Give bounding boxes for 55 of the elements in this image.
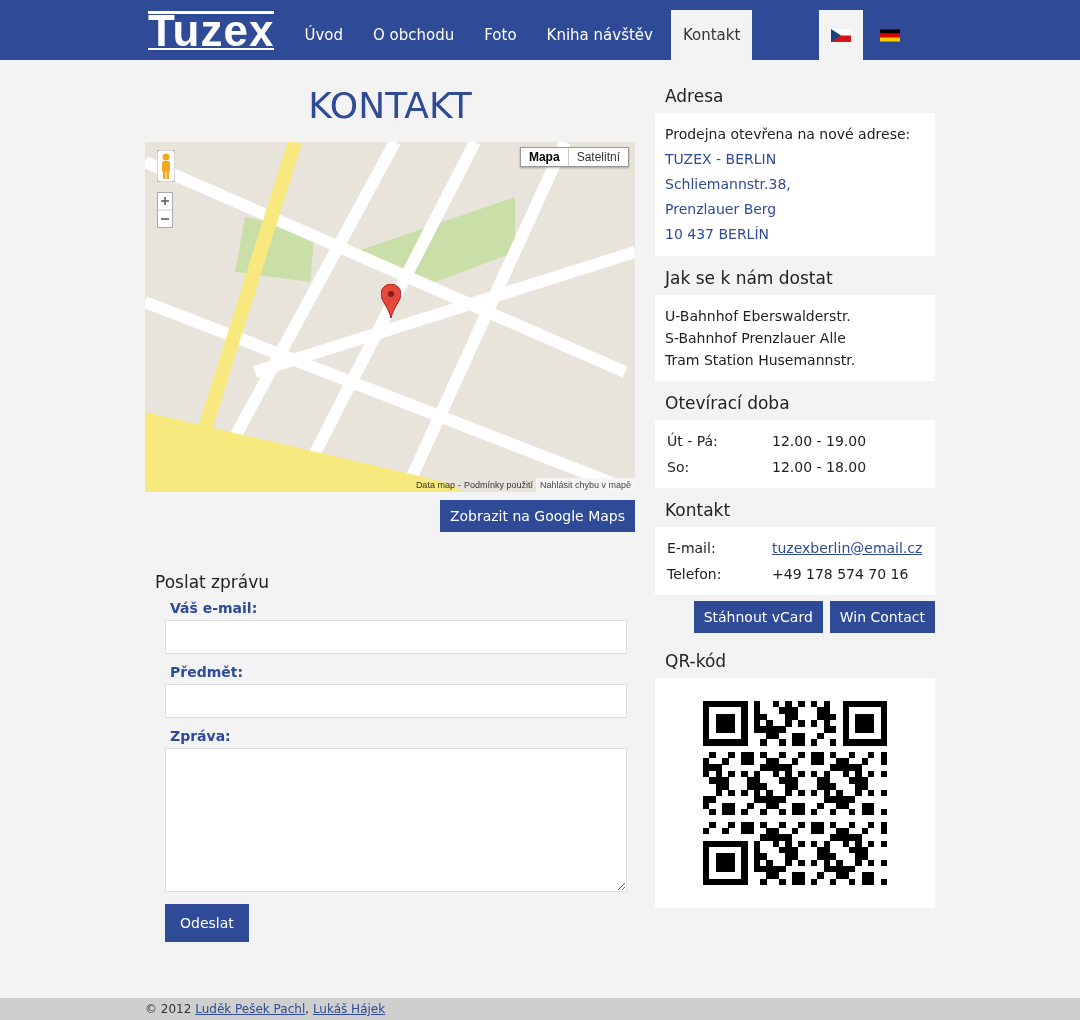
address-line: Schliemannstr.38, (665, 175, 792, 194)
report-error-link[interactable]: Nahlásit chybu v mapě (535, 478, 635, 492)
opening-time: 12.00 - 18.00 (772, 458, 868, 477)
german-flag-icon (880, 28, 901, 42)
day-label: Út - Pá: (667, 431, 719, 451)
nav-tab[interactable]: Kontakt (670, 10, 753, 60)
copyright: © 2012 (145, 1002, 193, 1016)
download-button[interactable]: Stáhnout vCard (693, 601, 823, 633)
section-title: Kontakt (664, 499, 732, 522)
separator: - (457, 480, 461, 490)
person-icon[interactable] (157, 150, 175, 182)
logo: Tuzex (148, 10, 275, 50)
contact-label: Telefon: (667, 565, 723, 584)
map-pin-icon (381, 284, 401, 318)
nav-tab[interactable]: O obchodu (361, 10, 467, 60)
section-title: Otevírací doba (664, 392, 791, 415)
input-field[interactable] (165, 620, 627, 654)
separator: , (305, 1002, 311, 1016)
message-field[interactable] (165, 748, 627, 892)
page-title: KONTAKT (307, 84, 473, 128)
nav-tab[interactable]: Foto (472, 10, 529, 60)
contact-label: E-mail: (667, 539, 717, 558)
input-field[interactable] (165, 684, 627, 718)
day-label: So: (667, 458, 691, 477)
directions-line: Tram Station Husemannstr. (665, 351, 857, 370)
section-title: Jak se k nám dostat (663, 267, 834, 290)
section-title: QR-kód (664, 650, 728, 673)
map[interactable]: Mapa Satelitní Data map - Podmínky použití Nahlásit chybu v mapě (145, 142, 635, 492)
field-label: Předmět: (170, 664, 245, 680)
form-title: Poslat zprávu (155, 572, 271, 592)
address-line: Prenzlauer Berg (665, 200, 778, 219)
address-line: 10 437 BERLÍN (665, 225, 770, 244)
directions-line: U-Bahnhof Eberswalderstr. (665, 307, 852, 326)
submit-button[interactable]: Odeslat (165, 904, 249, 942)
map-data-link[interactable]: Data map (415, 480, 455, 490)
download-button[interactable]: Win Contact (829, 601, 935, 633)
view-on-map-button[interactable]: Zobrazit na Google Maps (439, 500, 635, 532)
field-label: Váš e-mail: (170, 600, 259, 616)
nav-tab[interactable]: Kniha návštěv (534, 10, 665, 60)
author-link[interactable]: Lukáš Hájek (312, 1002, 386, 1016)
address-intro: Prodejna otevřena na nové adrese: (665, 125, 912, 144)
nav-tab[interactable]: Úvod (292, 10, 355, 60)
section-title: Adresa (664, 85, 725, 108)
email-link[interactable]: tuzexberlin@email.cz (772, 535, 923, 561)
zoom-controls-icon[interactable] (157, 192, 173, 228)
czech-flag-icon (831, 28, 852, 42)
opening-time: 12.00 - 19.00 (772, 432, 868, 451)
phone-number: +49 178 574 70 16 (772, 565, 910, 584)
language-tab[interactable] (819, 10, 864, 60)
address-line: TUZEX - BERLIN (665, 150, 778, 169)
directions-line: S-Bahnhof Prenzlauer Alle (665, 329, 847, 348)
map-type-tab[interactable]: Mapa (520, 148, 568, 166)
field-label: Zpráva: (170, 728, 232, 744)
terms-link[interactable]: Podmínky použití (463, 480, 533, 490)
map-type-tab[interactable]: Satelitní (567, 148, 628, 166)
